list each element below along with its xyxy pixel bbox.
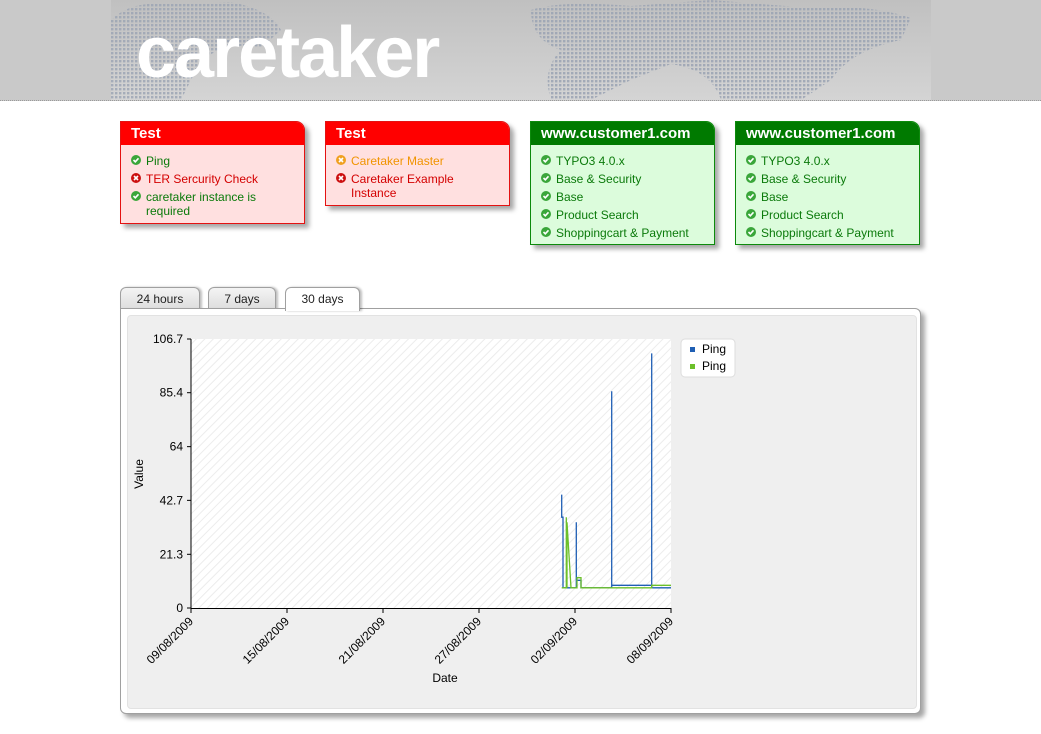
status-box-customer1-a: www.customer1.com TYPO3 4.0.x Base & Sec… [530, 121, 715, 245]
box-item-label: Product Search [761, 208, 844, 222]
box-item-label: Caretaker Example Instance [351, 172, 454, 200]
check-icon [541, 209, 551, 219]
check-icon [131, 191, 141, 201]
box-item[interactable]: Ping [131, 154, 294, 168]
chart-panel [120, 308, 921, 714]
box-item-label: Shoppingcart & Payment [761, 226, 894, 240]
check-icon [746, 155, 756, 165]
tab-7-days[interactable]: 7 days [208, 287, 276, 310]
tab-24-hours[interactable]: 24 hours [120, 287, 200, 310]
box-item-label: TYPO3 4.0.x [556, 154, 625, 168]
box-item[interactable]: Shoppingcart & Payment [541, 226, 704, 240]
box-item[interactable]: Product Search [746, 208, 909, 222]
box-item-label: Product Search [556, 208, 639, 222]
warning-icon [336, 155, 346, 165]
box-item[interactable]: Base & Security [541, 172, 704, 186]
check-icon [541, 173, 551, 183]
box-item-label: Shoppingcart & Payment [556, 226, 689, 240]
box-item[interactable]: Shoppingcart & Payment [746, 226, 909, 240]
app-logo[interactable]: caretaker [136, 8, 440, 98]
tab-30-days[interactable]: 30 days [285, 287, 360, 311]
box-item[interactable]: Base [746, 190, 909, 204]
check-icon [541, 155, 551, 165]
box-item-label: Base & Security [556, 172, 642, 186]
check-icon [746, 173, 756, 183]
box-item-label: TYPO3 4.0.x [761, 154, 830, 168]
box-item[interactable]: Caretaker Example Instance [336, 172, 499, 200]
box-item-label: Caretaker Master [351, 154, 444, 168]
error-icon [336, 173, 346, 183]
box-item[interactable]: Caretaker Master [336, 154, 499, 168]
box-item[interactable]: TYPO3 4.0.x [746, 154, 909, 168]
check-icon [746, 227, 756, 237]
box-item[interactable]: Product Search [541, 208, 704, 222]
box-title[interactable]: Test [326, 122, 509, 145]
box-item-label: Base [761, 190, 789, 204]
check-icon [541, 227, 551, 237]
check-icon [541, 191, 551, 201]
box-item-label: Base [556, 190, 584, 204]
box-item[interactable]: TER Sercurity Check [131, 172, 294, 186]
box-title[interactable]: www.customer1.com [736, 122, 919, 145]
box-title[interactable]: Test [121, 122, 304, 145]
check-icon [746, 209, 756, 219]
error-icon [131, 173, 141, 183]
box-title[interactable]: www.customer1.com [531, 122, 714, 145]
chart-panel-inner [127, 315, 917, 709]
box-item-label: caretaker instance is required [146, 190, 257, 218]
box-item[interactable]: Base & Security [746, 172, 909, 186]
box-item-label: TER Sercurity Check [146, 172, 259, 186]
box-item[interactable]: TYPO3 4.0.x [541, 154, 704, 168]
box-item[interactable]: caretaker instance is required [131, 190, 294, 218]
box-item-label: Base & Security [761, 172, 847, 186]
check-icon [131, 155, 141, 165]
box-item-label: Ping [146, 154, 171, 168]
status-box-test-1: Test Ping TER Sercurity Check caretaker … [120, 121, 305, 224]
status-box-test-2: Test Caretaker Master Caretaker Example … [325, 121, 510, 206]
status-box-customer1-b: www.customer1.com TYPO3 4.0.x Base & Sec… [735, 121, 920, 245]
box-item[interactable]: Base [541, 190, 704, 204]
check-icon [746, 191, 756, 201]
